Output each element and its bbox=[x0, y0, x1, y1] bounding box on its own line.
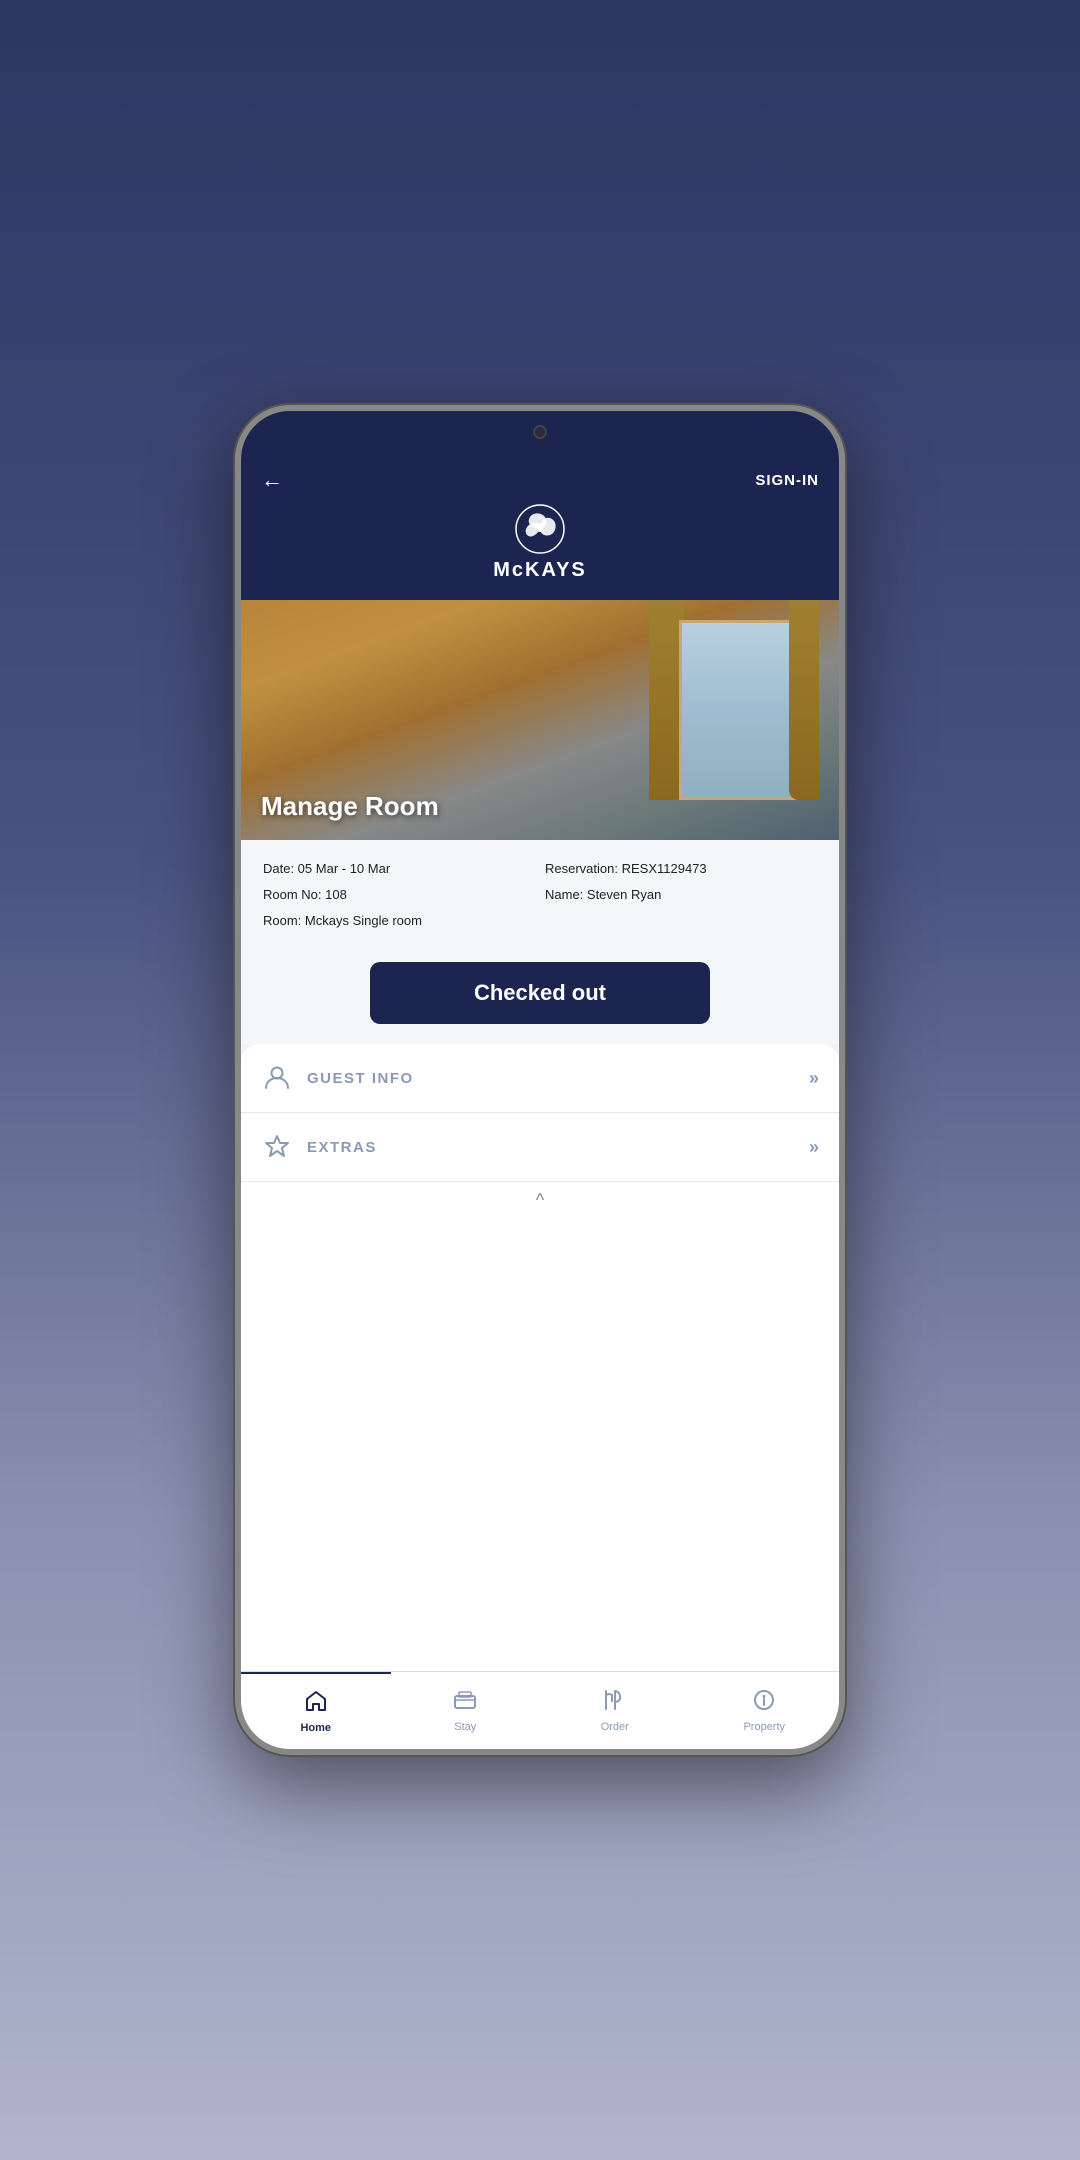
manage-room-title: Manage Room bbox=[261, 791, 439, 822]
reservation-detail: Reservation: RESX1129473 bbox=[545, 858, 817, 880]
property-icon bbox=[752, 1688, 776, 1718]
date-detail: Date: 05 Mar - 10 Mar bbox=[263, 858, 535, 880]
app-screen: ← SIGN-IN McKAYS bbox=[241, 453, 839, 1749]
star-icon bbox=[261, 1131, 293, 1163]
person-icon bbox=[261, 1062, 293, 1094]
room-curtain-right bbox=[789, 600, 819, 800]
nav-item-property[interactable]: Property bbox=[690, 1672, 840, 1749]
phone-top-bar bbox=[241, 411, 839, 453]
stay-icon bbox=[453, 1688, 477, 1718]
collapse-chevron-icon: ^ bbox=[536, 1190, 544, 1211]
extras-arrow: » bbox=[809, 1137, 819, 1158]
header-top-row: ← SIGN-IN bbox=[261, 467, 819, 493]
logo-area: McKAYS bbox=[493, 503, 587, 582]
nav-item-order[interactable]: Order bbox=[540, 1672, 690, 1749]
extras-menu-item[interactable]: EXTRAS » bbox=[241, 1113, 839, 1182]
nav-property-label: Property bbox=[743, 1721, 785, 1733]
hero-image: Manage Room bbox=[241, 600, 839, 840]
phone-frame: ← SIGN-IN McKAYS bbox=[235, 405, 845, 1755]
order-icon bbox=[603, 1688, 627, 1718]
room-no-detail: Room No: 108 bbox=[263, 884, 535, 906]
nav-order-label: Order bbox=[601, 1721, 629, 1733]
sign-in-button[interactable]: SIGN-IN bbox=[755, 472, 819, 489]
checkout-button-wrapper: Checked out bbox=[241, 952, 839, 1044]
guest-name-detail: Name: Steven Ryan bbox=[545, 884, 817, 906]
nav-stay-label: Stay bbox=[454, 1721, 476, 1733]
details-card: Date: 05 Mar - 10 Mar Reservation: RESX1… bbox=[241, 840, 839, 952]
extras-label: EXTRAS bbox=[307, 1139, 809, 1156]
bottom-nav: Home Stay bbox=[241, 1671, 839, 1749]
collapse-handle[interactable]: ^ bbox=[241, 1182, 839, 1219]
camera-dot bbox=[533, 425, 547, 439]
nav-item-home[interactable]: Home bbox=[241, 1672, 391, 1749]
nav-item-stay[interactable]: Stay bbox=[391, 1672, 541, 1749]
back-button[interactable]: ← bbox=[261, 467, 283, 493]
content-area: GUEST INFO » EXTRAS » ^ bbox=[241, 1044, 839, 1671]
logo-icon bbox=[514, 503, 566, 555]
guest-info-menu-item[interactable]: GUEST INFO » bbox=[241, 1044, 839, 1113]
guest-info-label: GUEST INFO bbox=[307, 1070, 809, 1087]
checked-out-button[interactable]: Checked out bbox=[370, 962, 710, 1024]
home-icon bbox=[304, 1689, 328, 1719]
nav-home-label: Home bbox=[300, 1722, 331, 1734]
details-grid: Date: 05 Mar - 10 Mar Reservation: RESX1… bbox=[263, 858, 817, 932]
room-name-detail: Room: Mckays Single room bbox=[263, 910, 817, 932]
logo-text: McKAYS bbox=[493, 559, 587, 582]
app-header: ← SIGN-IN McKAYS bbox=[241, 453, 839, 600]
guest-info-arrow: » bbox=[809, 1068, 819, 1089]
